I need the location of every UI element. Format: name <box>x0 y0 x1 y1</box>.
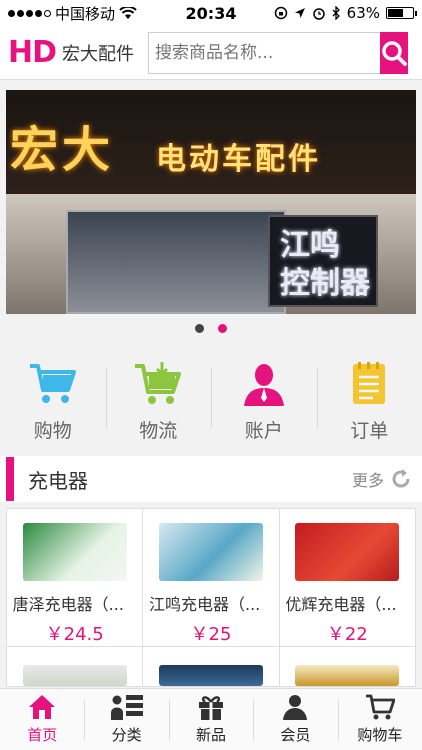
led-line-1: 江鸣 <box>280 228 340 263</box>
product-image <box>158 523 263 581</box>
product-price: ￥25 <box>190 624 232 645</box>
product-image <box>295 665 400 686</box>
more-button[interactable]: 更多 <box>352 467 412 491</box>
tab-bar: 首页 分类 新品 会员 购物车 <box>0 688 422 750</box>
shopping-cart-icon <box>29 364 76 403</box>
quick-nav-label: 物流 <box>139 420 178 442</box>
product-name: 唐泽充电器（... <box>12 594 124 614</box>
banner-pager <box>0 324 422 333</box>
logistics-cart-icon <box>135 362 182 404</box>
product-card[interactable] <box>7 647 144 687</box>
account-icon <box>243 364 284 406</box>
product-name: 优辉充电器（... <box>285 594 397 614</box>
product-card[interactable]: 唐泽充电器（... ￥24.5 <box>7 509 144 647</box>
tab-label: 会员 <box>280 726 311 744</box>
product-card[interactable] <box>143 647 280 687</box>
product-card[interactable]: 江鸣充电器（... ￥25 <box>143 509 280 647</box>
quick-nav-orders[interactable]: 订单 <box>316 348 422 448</box>
tab-new[interactable]: 新品 <box>168 689 253 750</box>
category-icon <box>110 695 143 720</box>
product-card[interactable] <box>279 647 416 687</box>
tab-cart[interactable]: 购物车 <box>337 689 422 750</box>
refresh-icon <box>392 469 410 488</box>
tab-category[interactable]: 分类 <box>84 689 168 750</box>
wifi-icon <box>119 6 137 19</box>
sign-title: 宏大 <box>10 122 115 178</box>
tab-label: 新品 <box>196 726 227 744</box>
quick-nav: 购物 物流 账户 订单 <box>0 348 422 448</box>
section-title: 充电器 <box>28 468 88 493</box>
cart-icon <box>365 694 395 720</box>
product-image <box>158 665 263 686</box>
tab-label: 首页 <box>27 726 58 744</box>
pager-dot-active[interactable] <box>218 324 227 333</box>
product-image <box>22 665 127 686</box>
alarm-icon <box>312 8 325 20</box>
product-name: 江鸣充电器（... <box>148 594 261 614</box>
quick-nav-logistics[interactable]: 物流 <box>105 348 212 448</box>
search-bar <box>148 31 409 74</box>
pager-dot[interactable] <box>195 324 204 333</box>
quick-nav-label: 购物 <box>33 420 72 442</box>
gift-icon <box>199 696 224 720</box>
led-line-2: 控制器 <box>280 266 370 301</box>
quick-nav-shopping[interactable]: 购物 <box>0 348 106 448</box>
search-button[interactable] <box>380 31 409 74</box>
order-list-icon <box>353 362 386 404</box>
store-name: 宏大配件 <box>62 43 135 65</box>
sign-subtitle: 电动车配件 <box>156 142 321 177</box>
product-image <box>295 523 400 581</box>
search-input[interactable] <box>148 31 381 74</box>
product-card[interactable]: 优辉充电器（... ￥22 <box>279 509 416 647</box>
signal-strength-icon <box>8 9 51 17</box>
header: HD 宏大配件 <box>0 26 422 80</box>
member-icon <box>283 695 308 720</box>
product-image <box>22 523 127 581</box>
more-label: 更多 <box>351 471 384 490</box>
logo[interactable]: HD <box>8 35 57 70</box>
search-icon <box>382 40 408 66</box>
quick-nav-label: 订单 <box>350 420 389 442</box>
product-price: ￥22 <box>326 624 368 645</box>
location-arrow-icon <box>294 8 305 18</box>
quick-nav-account[interactable]: 账户 <box>211 348 317 448</box>
battery-percent: 63% <box>346 4 380 22</box>
store-sign: 宏大 电动车配件 <box>6 90 416 194</box>
tab-home[interactable]: 首页 <box>0 689 84 750</box>
section-header: 充电器 更多 <box>0 456 422 502</box>
product-price: ￥24.5 <box>45 624 104 645</box>
battery-icon <box>386 7 417 19</box>
led-sign: 江鸣 控制器 <box>268 215 378 307</box>
bluetooth-icon <box>332 6 340 20</box>
section-accent-bar <box>6 457 14 501</box>
tab-member[interactable]: 会员 <box>253 689 337 750</box>
quick-nav-label: 账户 <box>244 420 283 442</box>
carrier-label: 中国移动 <box>55 4 116 23</box>
rotation-lock-icon <box>274 6 287 20</box>
shop-window <box>66 210 286 314</box>
product-grid: 唐泽充电器（... ￥24.5 江鸣充电器（... ￥25 优辉充电器（... … <box>6 508 416 687</box>
tab-label: 分类 <box>111 726 142 744</box>
home-icon <box>29 695 56 719</box>
banner-slide[interactable]: 宏大 电动车配件 江鸣 控制器 <box>6 90 416 314</box>
status-bar: 中国移动 20:34 63% <box>0 0 422 26</box>
tab-label: 购物车 <box>357 726 403 744</box>
